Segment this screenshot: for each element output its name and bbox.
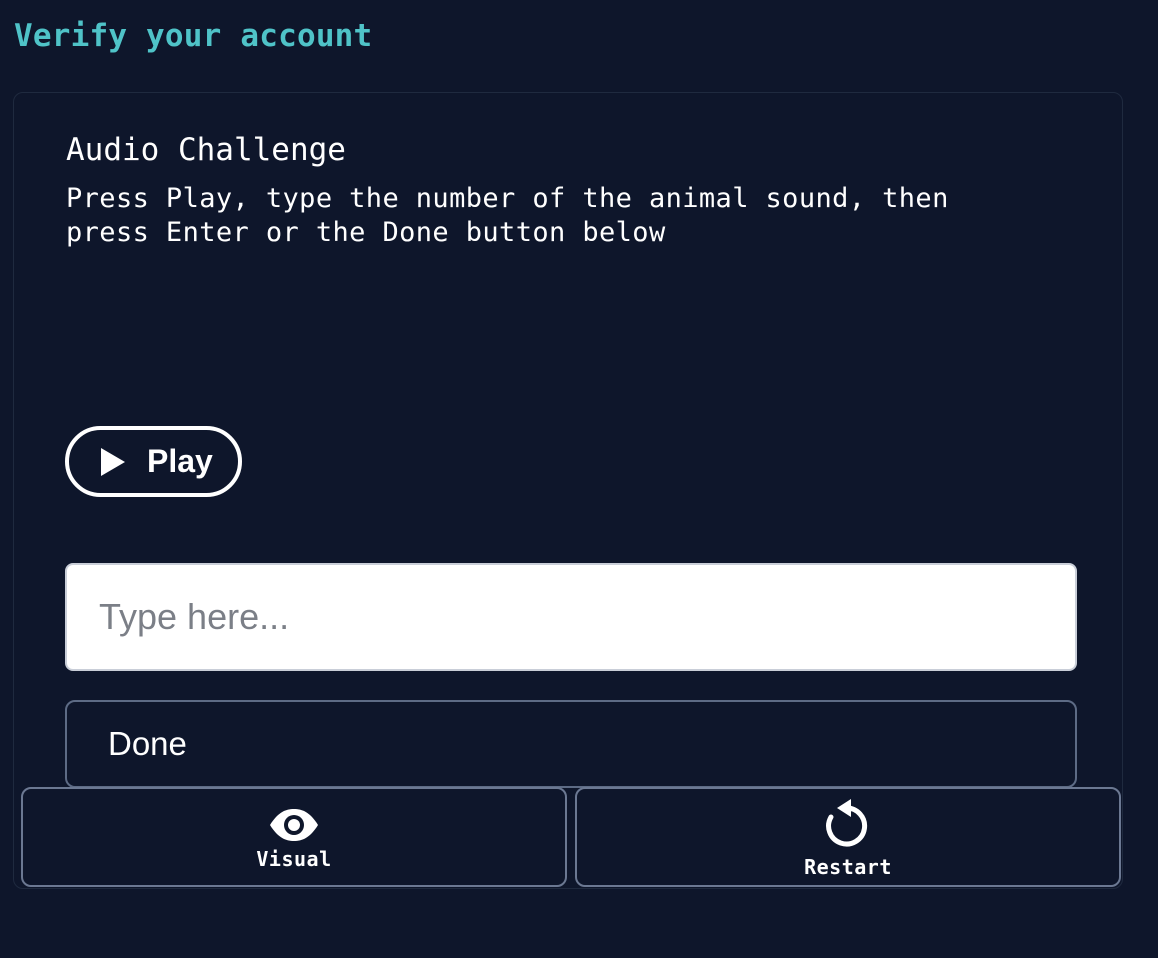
restart-icon [825, 799, 871, 851]
challenge-title: Audio Challenge [66, 132, 346, 168]
play-label: Play [147, 443, 213, 479]
challenge-instructions: Press Play, type the number of the anima… [66, 183, 949, 248]
play-icon [101, 447, 125, 476]
answer-input[interactable] [65, 563, 1077, 671]
visual-label: Visual [256, 847, 332, 871]
play-button[interactable]: Play [65, 426, 242, 497]
restart-button[interactable]: Restart [575, 787, 1121, 887]
visual-challenge-button[interactable]: Visual [21, 787, 567, 887]
eye-icon [269, 808, 319, 842]
page-title: Verify your account [14, 18, 373, 54]
done-button[interactable]: Done [65, 700, 1077, 788]
restart-label: Restart [804, 855, 892, 879]
